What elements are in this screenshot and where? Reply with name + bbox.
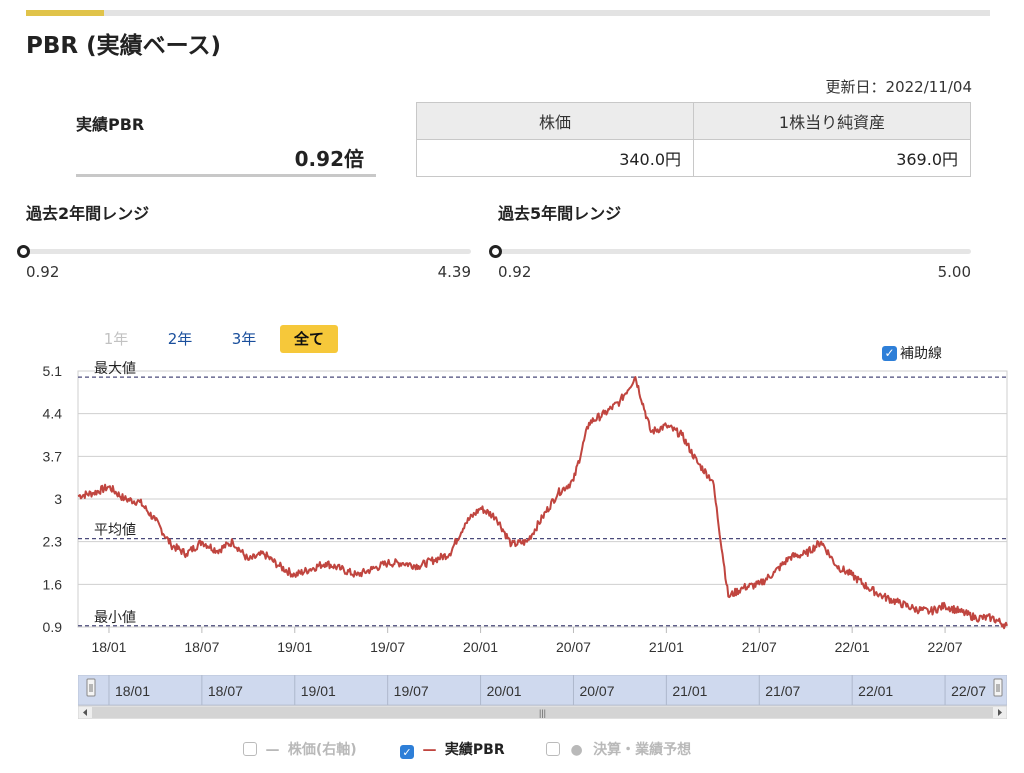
x-tick-label: 22/01 [835, 639, 870, 655]
legend-earnings-dot-icon: ● [570, 742, 583, 758]
reference-line-label: 最大値 [94, 361, 136, 377]
range-2y-track [26, 249, 471, 254]
y-tick-label: 0.9 [43, 619, 63, 635]
y-tick-label: 5.1 [43, 363, 63, 379]
navigator-left-handle[interactable] [86, 678, 96, 697]
legend-pbr-line-icon: — [422, 742, 437, 758]
navigator-label: 19/07 [394, 683, 429, 699]
legend-stock-price-line-icon: — [265, 742, 280, 758]
x-tick-label: 21/01 [649, 639, 684, 655]
tab-all[interactable]: 全て [280, 325, 338, 353]
range-2y-title: 過去2年間レンジ [26, 204, 150, 223]
range-5y-title: 過去5年間レンジ [498, 204, 622, 223]
range-2y-knob [17, 245, 30, 258]
x-tick-label: 18/01 [91, 639, 126, 655]
navigator-label: 18/01 [115, 683, 150, 699]
navigator-right-handle[interactable] [993, 678, 1003, 697]
top-progress-accent [26, 10, 104, 16]
navigator-label: 19/01 [301, 683, 336, 699]
navigator-label: 21/01 [672, 683, 707, 699]
top-progress-bar [26, 10, 990, 16]
stock-price-value: 340.0円 [416, 139, 694, 177]
legend-pbr-checkbox[interactable]: ✓ [400, 745, 414, 759]
y-tick-label: 1.6 [43, 576, 63, 592]
reference-line-label: 平均値 [94, 523, 136, 539]
x-tick-label: 21/07 [742, 639, 777, 655]
page-title: PBR (実績ベース) [26, 33, 221, 59]
pbr-underline [76, 174, 376, 177]
x-tick-label: 19/07 [370, 639, 405, 655]
pbr-value: 0.92倍 [294, 147, 364, 171]
tab-1y[interactable]: 1年 [98, 325, 134, 353]
legend-stock-price[interactable]: — 株価(右軸) [243, 739, 357, 759]
navigator-label: 21/07 [765, 683, 800, 699]
bps-value: 369.0円 [693, 139, 971, 177]
chart-navigator[interactable]: 18/01 18/07 19/01 19/07 20/01 20/07 21/01 21/07… [78, 675, 1007, 719]
navigator-label: 18/07 [208, 683, 243, 699]
pbr-label: 実績PBR [76, 115, 145, 134]
legend-stock-price-label: 株価(右軸) [287, 742, 357, 758]
range-5y-knob [489, 245, 502, 258]
range-5y-max: 5.00 [937, 263, 971, 281]
bps-header: 1株当り純資産 [693, 102, 971, 140]
y-tick-label: 3 [54, 491, 62, 507]
legend-pbr-label: 実績PBR [444, 742, 505, 758]
range-5y-min: 0.92 [498, 263, 532, 281]
range-2y-max: 4.39 [437, 263, 471, 281]
tab-2y[interactable]: 2年 [162, 325, 198, 353]
x-tick-label: 20/07 [556, 639, 591, 655]
tab-3y[interactable]: 3年 [226, 325, 262, 353]
legend-earnings-label: 決算・業績予想 [593, 742, 692, 758]
y-tick-label: 2.3 [43, 534, 63, 550]
x-tick-label: 20/01 [463, 639, 498, 655]
navigator-label: 20/01 [487, 683, 522, 699]
legend-earnings-checkbox[interactable] [546, 742, 560, 756]
stock-info-table: 株価 1株当り純資産 340.0円 369.0円 [416, 102, 971, 177]
navigator-label: 22/01 [858, 683, 893, 699]
x-tick-label: 19/01 [277, 639, 312, 655]
y-tick-label: 4.4 [43, 406, 63, 422]
x-tick-label: 22/07 [928, 639, 963, 655]
pbr-line-chart: 5.1 4.4 3.7 3 2.3 1.6 0.9 18/01 18/07 19/01 19/07 2… [43, 361, 1008, 655]
stock-price-header: 株価 [416, 102, 694, 140]
scrollbar-grip-icon: ||| [539, 708, 546, 718]
x-tick-label: 18/07 [184, 639, 219, 655]
range-2y-min: 0.92 [26, 263, 60, 281]
updated-date: 更新日：2022/11/04 [825, 78, 972, 96]
y-tick-label: 3.7 [43, 448, 63, 464]
navigator-label: 22/07 [951, 683, 986, 699]
navigator-label: 20/07 [579, 683, 614, 699]
legend-earnings[interactable]: ● 決算・業績予想 [546, 739, 691, 759]
legend-stock-price-checkbox[interactable] [243, 742, 257, 756]
range-5y-track [498, 249, 971, 254]
legend-pbr[interactable]: ✓ — 実績PBR [400, 739, 505, 759]
reference-line-label: 最小値 [94, 610, 136, 626]
